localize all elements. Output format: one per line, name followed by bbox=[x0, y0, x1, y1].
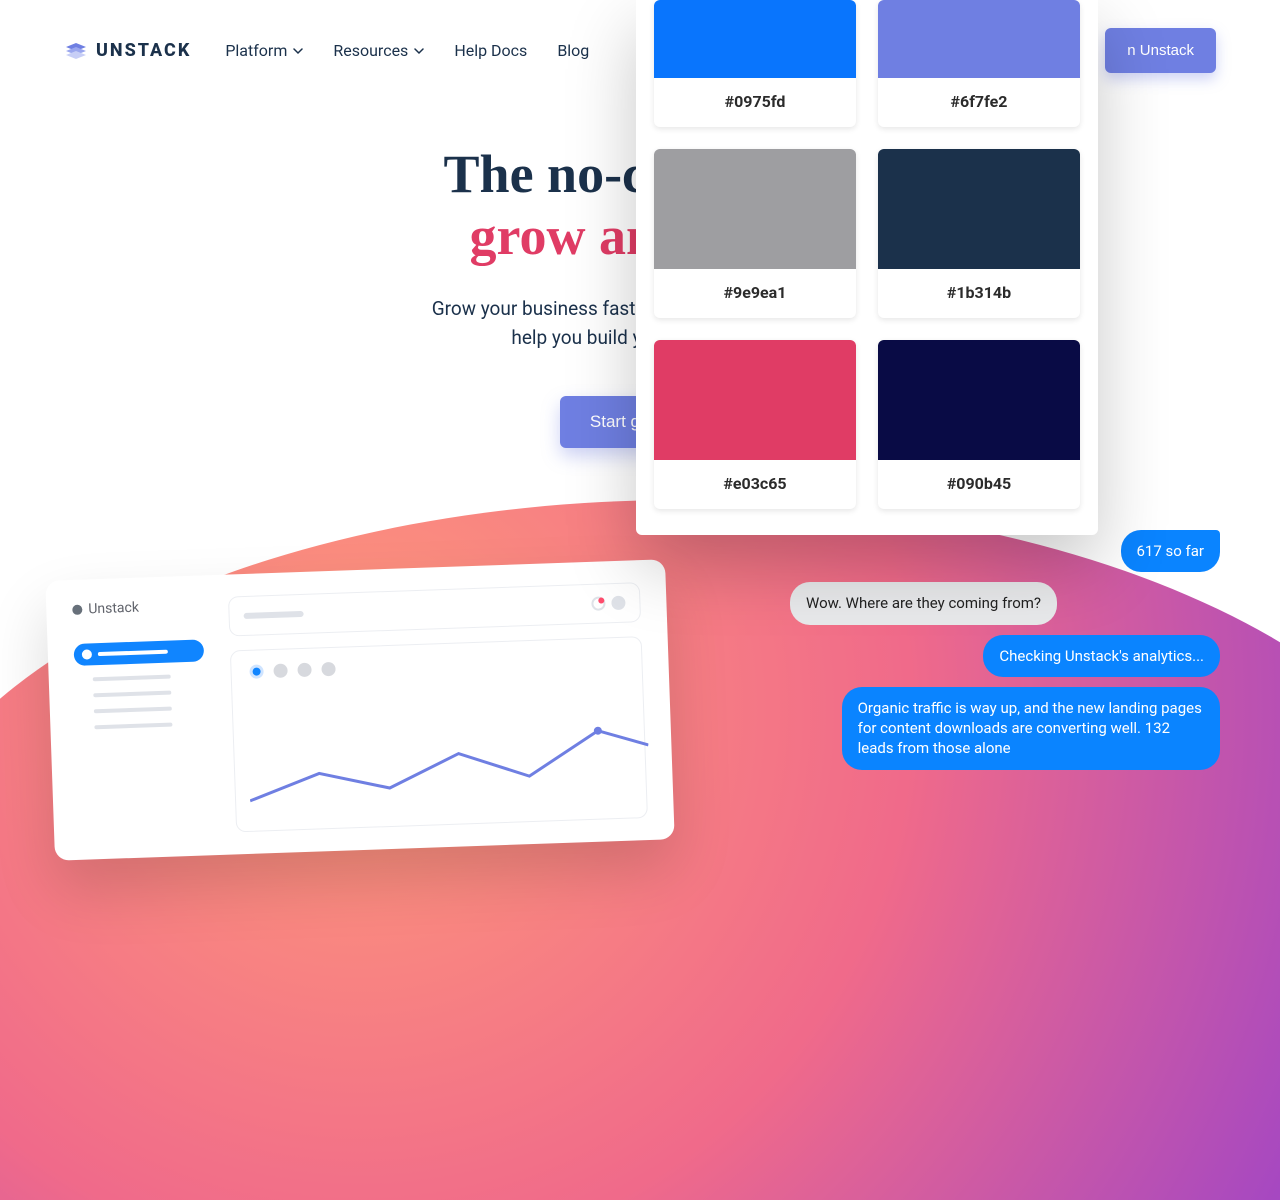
color-swatch[interactable]: #1b314b bbox=[878, 149, 1080, 318]
sidebar-item-active bbox=[74, 639, 205, 666]
sidebar-item bbox=[93, 691, 171, 698]
line-chart-icon bbox=[248, 717, 651, 821]
nav-item-resources[interactable]: Resources bbox=[333, 41, 424, 60]
chat-bubble-received: Wow. Where are they coming from? bbox=[790, 582, 1057, 624]
dashboard-logo-text: Unstack bbox=[88, 600, 139, 618]
chat-mock: 617 so far Wow. Where are they coming fr… bbox=[790, 530, 1220, 770]
color-swatch[interactable]: #6f7fe2 bbox=[878, 0, 1080, 127]
swatch-color bbox=[654, 149, 856, 269]
brand-logo-icon bbox=[64, 39, 88, 63]
swatch-color bbox=[878, 0, 1080, 78]
chat-bubble-sent: Checking Unstack's analytics... bbox=[983, 635, 1220, 677]
dashboard-status-icons bbox=[591, 596, 625, 611]
nav-links: Platform Resources Help Docs Blog bbox=[225, 41, 589, 60]
dashboard-main bbox=[228, 582, 648, 832]
dashboard-sidebar: Unstack bbox=[72, 597, 210, 837]
color-swatch[interactable]: #e03c65 bbox=[654, 340, 856, 509]
chat-bubble-sent: Organic traffic is way up, and the new l… bbox=[842, 687, 1220, 770]
nav-label: Platform bbox=[225, 41, 287, 60]
nav-item-helpdocs[interactable]: Help Docs bbox=[454, 41, 527, 60]
swatch-hex: #090b45 bbox=[878, 460, 1080, 509]
swatch-hex: #1b314b bbox=[878, 269, 1080, 318]
swatch-color bbox=[878, 340, 1080, 460]
color-swatch[interactable]: #090b45 bbox=[878, 340, 1080, 509]
dashboard-logo: Unstack bbox=[72, 597, 202, 618]
swatch-hex: #e03c65 bbox=[654, 460, 856, 509]
dashboard-chart bbox=[230, 636, 648, 832]
swatch-hex: #9e9ea1 bbox=[654, 269, 856, 318]
notification-icon bbox=[591, 596, 605, 610]
swatch-color bbox=[654, 0, 856, 78]
dashboard-mock: Unstack bbox=[45, 559, 674, 860]
legend-dot bbox=[297, 663, 311, 677]
legend-dot-primary bbox=[249, 664, 263, 678]
dashboard-side-items bbox=[74, 639, 207, 729]
brand[interactable]: UNSTACK bbox=[64, 39, 191, 63]
chat-bubble-sent: 617 so far bbox=[1121, 530, 1221, 572]
swatch-color bbox=[654, 340, 856, 460]
swatch-color bbox=[878, 149, 1080, 269]
sidebar-item bbox=[94, 723, 172, 730]
dashboard-stub bbox=[244, 611, 304, 619]
dashboard-topbar bbox=[228, 582, 641, 636]
nav-item-platform[interactable]: Platform bbox=[225, 41, 303, 60]
swatch-hex: #0975fd bbox=[654, 78, 856, 127]
nav-item-blog[interactable]: Blog bbox=[557, 41, 589, 60]
nav-right: n Unstack bbox=[1105, 28, 1216, 73]
legend-dot bbox=[321, 662, 335, 676]
dashboard-logo-icon bbox=[72, 605, 82, 615]
chevron-down-icon bbox=[414, 46, 424, 56]
nav-label: Blog bbox=[557, 41, 589, 60]
avatar-icon bbox=[611, 596, 625, 610]
swatch-hex: #6f7fe2 bbox=[878, 78, 1080, 127]
nav-cta-button[interactable]: n Unstack bbox=[1105, 28, 1216, 73]
nav-cta-label: n Unstack bbox=[1127, 42, 1194, 59]
color-swatch[interactable]: #0975fd bbox=[654, 0, 856, 127]
color-swatch[interactable]: #9e9ea1 bbox=[654, 149, 856, 318]
brand-name: UNSTACK bbox=[96, 40, 191, 61]
legend-dot bbox=[273, 664, 287, 678]
color-palette-popover: #0975fd #6f7fe2 #9e9ea1 #1b314b #e03c65 … bbox=[636, 0, 1098, 535]
chart-legend bbox=[249, 652, 623, 679]
chevron-down-icon bbox=[293, 46, 303, 56]
nav-label: Resources bbox=[333, 41, 408, 60]
palette-grid: #0975fd #6f7fe2 #9e9ea1 #1b314b #e03c65 … bbox=[654, 0, 1080, 509]
sidebar-item bbox=[93, 675, 171, 682]
nav-label: Help Docs bbox=[454, 41, 527, 60]
sidebar-item bbox=[94, 707, 172, 714]
